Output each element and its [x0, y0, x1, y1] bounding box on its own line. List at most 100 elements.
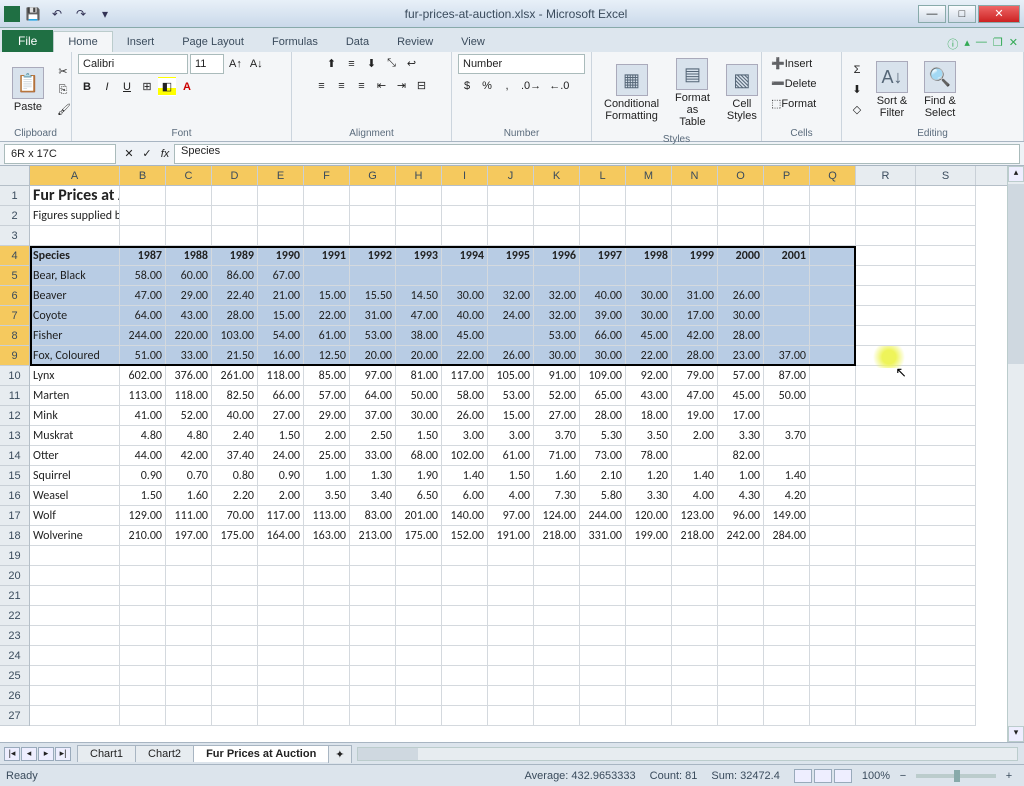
scroll-down-icon[interactable]: ▾ — [1008, 726, 1024, 742]
cell[interactable] — [810, 526, 856, 546]
cell[interactable] — [810, 706, 856, 726]
cell[interactable] — [764, 606, 810, 626]
cell[interactable] — [856, 366, 916, 386]
cell[interactable]: 164.00 — [258, 526, 304, 546]
cell[interactable] — [810, 506, 856, 526]
cell[interactable]: 45.00 — [718, 386, 764, 406]
col-header-L[interactable]: L — [580, 166, 626, 185]
orientation-icon[interactable]: ⤡ — [383, 54, 401, 73]
cell[interactable] — [764, 666, 810, 686]
horizontal-scrollbar[interactable] — [357, 747, 1018, 761]
tab-file[interactable]: File — [2, 30, 53, 52]
cell[interactable]: 1.50 — [488, 466, 534, 486]
cell[interactable] — [488, 666, 534, 686]
bold-button[interactable]: B — [78, 77, 96, 96]
cell[interactable]: 53.00 — [488, 386, 534, 406]
cell[interactable] — [534, 266, 580, 286]
cell[interactable]: 61.00 — [488, 446, 534, 466]
cell[interactable]: 175.00 — [212, 526, 258, 546]
cell[interactable] — [764, 546, 810, 566]
cell[interactable]: 53.00 — [534, 326, 580, 346]
cell[interactable] — [258, 666, 304, 686]
cell[interactable]: 3.30 — [718, 426, 764, 446]
cell[interactable] — [856, 426, 916, 446]
vertical-scrollbar[interactable]: ▴ ▾ — [1007, 166, 1024, 742]
cell[interactable]: Beaver — [30, 286, 120, 306]
underline-button[interactable]: U — [118, 77, 136, 96]
close-button[interactable]: ✕ — [978, 5, 1020, 23]
cell[interactable] — [916, 286, 976, 306]
row-header-5[interactable]: 5 — [0, 266, 29, 286]
cell[interactable] — [764, 206, 810, 226]
cell[interactable]: 118.00 — [166, 386, 212, 406]
col-header-K[interactable]: K — [534, 166, 580, 185]
cell[interactable]: 3.30 — [626, 486, 672, 506]
cell[interactable] — [916, 426, 976, 446]
cell[interactable] — [258, 226, 304, 246]
cell[interactable] — [580, 686, 626, 706]
cell[interactable]: 30.00 — [626, 286, 672, 306]
normal-view-icon[interactable] — [794, 769, 812, 783]
align-left-icon[interactable]: ≡ — [313, 76, 331, 95]
cell[interactable] — [166, 586, 212, 606]
cell[interactable] — [718, 646, 764, 666]
cell[interactable] — [212, 566, 258, 586]
cell[interactable]: Muskrat — [30, 426, 120, 446]
cell[interactable] — [258, 706, 304, 726]
cell[interactable]: 218.00 — [534, 526, 580, 546]
cell[interactable] — [258, 566, 304, 586]
cell[interactable]: 1990 — [258, 246, 304, 266]
cell[interactable]: 1988 — [166, 246, 212, 266]
format-cells-button[interactable]: ⬚ Format — [768, 94, 835, 113]
cell[interactable] — [396, 606, 442, 626]
cell[interactable]: 109.00 — [580, 366, 626, 386]
save-icon[interactable]: 💾 — [24, 5, 42, 23]
tab-view[interactable]: View — [447, 32, 499, 52]
cell[interactable] — [626, 686, 672, 706]
cell[interactable] — [120, 686, 166, 706]
cell[interactable] — [166, 566, 212, 586]
increase-decimal-icon[interactable]: .0→ — [518, 77, 544, 95]
cell[interactable] — [856, 286, 916, 306]
cell[interactable] — [120, 586, 166, 606]
cell[interactable] — [396, 706, 442, 726]
cell[interactable] — [718, 626, 764, 646]
cell[interactable]: 0.80 — [212, 466, 258, 486]
cell[interactable]: 43.00 — [626, 386, 672, 406]
cell[interactable]: 2000 — [718, 246, 764, 266]
format-as-table-button[interactable]: ▤Format as Table — [669, 54, 716, 132]
cell[interactable]: 42.00 — [672, 326, 718, 346]
cell[interactable] — [810, 186, 856, 206]
cell[interactable] — [212, 686, 258, 706]
cell[interactable] — [534, 686, 580, 706]
cell[interactable] — [810, 206, 856, 226]
cell[interactable]: Weasel — [30, 486, 120, 506]
cell[interactable] — [166, 606, 212, 626]
cell[interactable] — [764, 406, 810, 426]
cell[interactable] — [488, 706, 534, 726]
cell[interactable] — [580, 206, 626, 226]
enter-formula-icon[interactable]: ✓ — [138, 144, 156, 163]
decrease-indent-icon[interactable]: ⇤ — [373, 76, 391, 95]
cell[interactable]: 45.00 — [442, 326, 488, 346]
cell[interactable]: 22.40 — [212, 286, 258, 306]
paste-button[interactable]: 📋Paste — [6, 63, 50, 117]
row-header-21[interactable]: 21 — [0, 586, 29, 606]
tab-page-layout[interactable]: Page Layout — [168, 32, 258, 52]
cell[interactable] — [304, 626, 350, 646]
cell[interactable] — [764, 566, 810, 586]
cell[interactable] — [350, 566, 396, 586]
cell[interactable] — [718, 666, 764, 686]
cell[interactable]: 284.00 — [764, 526, 810, 546]
cell[interactable] — [442, 666, 488, 686]
cell[interactable] — [810, 686, 856, 706]
cell[interactable]: 129.00 — [120, 506, 166, 526]
cell[interactable]: 1.50 — [258, 426, 304, 446]
cell[interactable] — [718, 586, 764, 606]
cell[interactable] — [212, 546, 258, 566]
cell[interactable]: 3.70 — [534, 426, 580, 446]
cell[interactable] — [810, 646, 856, 666]
cell[interactable] — [258, 606, 304, 626]
cell[interactable]: Squirrel — [30, 466, 120, 486]
cell[interactable] — [810, 426, 856, 446]
